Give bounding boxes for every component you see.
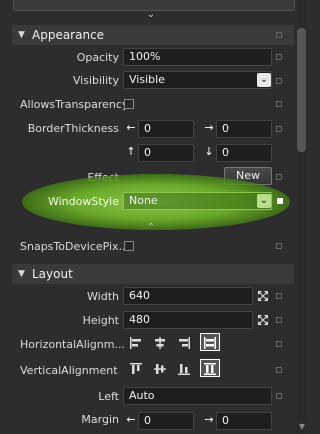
collapse-triangle-icon: ▼ (18, 30, 25, 40)
width-field[interactable]: 640 (123, 287, 253, 305)
arrow-left-icon: ← (126, 413, 136, 426)
expand-chevron-icon[interactable]: ⌄ (144, 9, 158, 21)
vertical-alignment-group (126, 359, 226, 379)
align-right-icon[interactable] (174, 333, 194, 351)
border-top-field[interactable]: 0 (138, 144, 194, 162)
arrow-down-icon: ↓ (204, 145, 214, 158)
width-label: Width (87, 290, 119, 303)
scroll-down-icon[interactable]: ▼ (298, 422, 306, 432)
property-marker-icon[interactable] (276, 393, 282, 399)
property-marker-icon[interactable] (276, 54, 282, 60)
border-right-field[interactable]: 0 (216, 120, 272, 138)
arrow-left-icon: ← (126, 121, 136, 134)
section-appearance-header[interactable]: ▼ Appearance (12, 25, 294, 45)
opacity-field[interactable]: 100% (123, 48, 272, 66)
horizontal-alignment-group (126, 333, 226, 353)
property-marker-icon[interactable] (276, 126, 282, 132)
snaps-label: SnapsToDevicePix... (20, 240, 130, 253)
margin-right-field[interactable]: 0 (216, 412, 272, 430)
chevron-down-icon[interactable]: ⌄ (257, 73, 271, 87)
left-field[interactable]: Auto (123, 387, 272, 405)
height-field[interactable]: 480 (123, 311, 253, 329)
margin-label: Margin (81, 413, 119, 426)
arrow-right-icon: → (204, 121, 214, 134)
window-style-select[interactable]: None (123, 192, 272, 210)
visibility-label: Visibility (72, 74, 119, 87)
property-marker-icon[interactable] (276, 293, 282, 299)
property-marker-icon[interactable] (276, 174, 282, 180)
collapse-chevron-icon[interactable]: ⌃ (144, 222, 158, 233)
property-marker-icon[interactable] (276, 367, 282, 373)
properties-panel: ⌄ ▼ Appearance Opacity 100% Visibility V… (0, 0, 307, 434)
opacity-label: Opacity (76, 51, 119, 64)
margin-left-field[interactable]: 0 (138, 412, 194, 430)
scrollbar-thumb[interactable] (297, 28, 306, 152)
property-marker-icon[interactable] (276, 32, 282, 38)
property-marker-icon[interactable] (276, 78, 282, 84)
align-left-icon[interactable] (126, 333, 146, 351)
allows-transparency-label: AllowsTransparency (20, 98, 129, 111)
visibility-select[interactable]: Visible (123, 71, 272, 89)
property-marker-icon[interactable] (276, 243, 282, 249)
property-marker-icon[interactable] (276, 317, 282, 323)
section-title: Layout (32, 267, 73, 281)
window-style-label: WindowStyle (47, 195, 119, 208)
section-layout-header[interactable]: ▼ Layout (12, 264, 294, 284)
align-center-icon[interactable] (150, 333, 170, 351)
property-marker-icon[interactable] (276, 101, 282, 107)
vertical-alignment-label: VerticalAlignment (20, 364, 118, 377)
align-middle-icon[interactable] (150, 359, 170, 377)
section-title: Appearance (32, 28, 105, 42)
auto-size-icon[interactable] (257, 290, 269, 302)
border-left-field[interactable]: 0 (138, 120, 194, 138)
property-marker-icon[interactable] (276, 341, 282, 347)
snaps-checkbox[interactable] (124, 241, 134, 251)
collapse-triangle-icon: ▼ (18, 269, 25, 279)
arrow-right-icon: → (204, 413, 214, 426)
left-label: Left (98, 390, 119, 403)
border-thickness-label: BorderThickness (27, 122, 119, 135)
align-stretch-vertical-icon[interactable] (200, 359, 220, 377)
horizontal-alignment-label: HorizontalAlignm... (20, 338, 125, 351)
arrow-up-icon: ↑ (126, 145, 136, 158)
align-stretch-icon[interactable] (200, 333, 220, 351)
auto-size-icon[interactable] (257, 314, 269, 326)
border-bottom-field[interactable]: 0 (216, 144, 272, 162)
align-bottom-icon[interactable] (174, 359, 194, 377)
allows-transparency-checkbox[interactable] (124, 99, 134, 109)
height-label: Height (82, 314, 119, 327)
align-top-icon[interactable] (126, 359, 146, 377)
chevron-down-icon[interactable]: ⌄ (257, 194, 271, 208)
property-marker-icon[interactable] (277, 198, 283, 204)
